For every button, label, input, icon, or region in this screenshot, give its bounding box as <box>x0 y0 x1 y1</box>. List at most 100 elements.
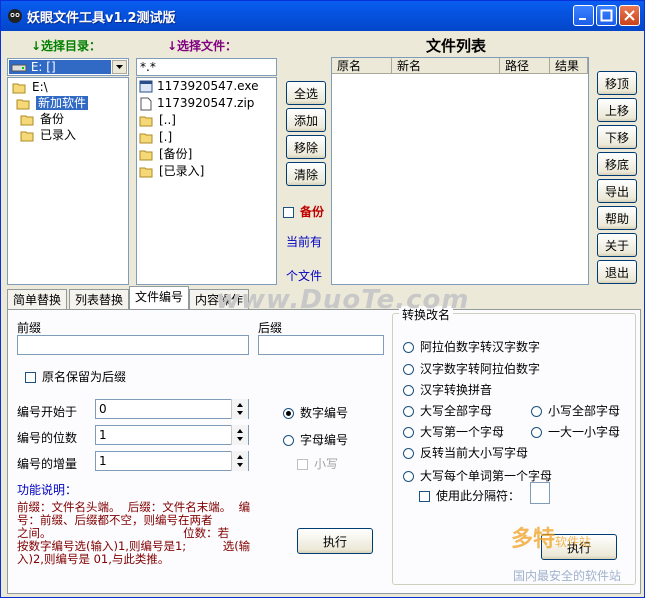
rename-option[interactable]: 小写全部字母 <box>531 402 620 419</box>
folder-icon <box>139 167 153 178</box>
file-filter-input[interactable]: *.* <box>136 58 277 76</box>
lowercase-check-box[interactable] <box>297 459 308 470</box>
column-header-path[interactable]: 路径 <box>500 58 550 74</box>
spin-arrows-icon <box>237 455 243 467</box>
close-icon <box>624 10 635 21</box>
site-watermark: www.DuoTe.com <box>216 285 470 315</box>
execute-numbering-button[interactable]: 执行 <box>297 528 373 554</box>
open-folder-icon <box>12 83 26 94</box>
tree-item[interactable]: 备份 <box>20 111 64 127</box>
move-bottom-button[interactable]: 移底 <box>597 152 637 176</box>
separator-input[interactable] <box>530 482 550 504</box>
exit-button[interactable]: 退出 <box>597 260 637 284</box>
digits-spinner[interactable] <box>231 425 248 445</box>
rename-option[interactable]: 一大一小字母 <box>531 423 620 440</box>
increment-stepper[interactable]: 1 <box>95 451 249 471</box>
list-item[interactable]: [备份] <box>139 146 192 163</box>
digits-label: 编号的位数 <box>17 431 78 445</box>
suffix-label: 后缀 <box>258 321 283 335</box>
rename-option[interactable]: 汉字转换拼音 <box>403 381 492 398</box>
directory-tree[interactable]: E:\ 新加软件 备份 已录入 <box>7 77 129 285</box>
rename-option[interactable]: 汉字数字转阿拉伯数字 <box>403 360 540 377</box>
column-header-result[interactable]: 结果 <box>550 58 588 74</box>
keep-name-checkbox[interactable]: 原名保留为后缀 <box>25 368 126 385</box>
folder-icon <box>139 150 153 161</box>
radio-button[interactable] <box>403 385 414 396</box>
rename-option[interactable]: 大写第一个字母 <box>403 423 504 440</box>
column-header-original[interactable]: 原名 <box>332 58 392 74</box>
rename-option[interactable]: 阿拉伯数字转汉字数字 <box>403 338 540 355</box>
move-down-button[interactable]: 下移 <box>597 125 637 149</box>
clear-button[interactable]: 清除 <box>286 162 326 186</box>
app-window: 妖眼文件工具v1.2测试版 ↓选择目录： ↓选择文件： E: [] E:\ 新加… <box>0 0 645 598</box>
start-stepper[interactable]: 0 <box>95 399 249 419</box>
tab-file-numbering[interactable]: 文件编号 <box>129 286 190 310</box>
maximize-button[interactable] <box>596 5 617 26</box>
alpha-radio[interactable]: 字母编号 <box>283 431 348 448</box>
backup-checkbox[interactable]: 备份 <box>283 203 324 220</box>
minimize-icon <box>579 18 586 20</box>
add-button[interactable]: 添加 <box>286 108 326 132</box>
rename-list-table[interactable]: 原名 新名 路径 结果 <box>331 57 589 285</box>
keep-name-check-box[interactable] <box>25 372 36 383</box>
column-header-new[interactable]: 新名 <box>392 58 500 74</box>
radio-button[interactable] <box>403 342 414 353</box>
function-description-label: 功能说明： <box>17 483 78 497</box>
brand-watermark: 多特软件站 <box>511 527 592 552</box>
folder-icon <box>139 133 153 144</box>
folder-icon <box>20 131 34 142</box>
numeric-radio[interactable]: 数字编号 <box>283 404 348 421</box>
help-button[interactable]: 帮助 <box>597 206 637 230</box>
backup-check-box[interactable] <box>283 207 294 218</box>
tab-list-replace[interactable]: 列表替换 <box>69 289 130 309</box>
radio-button[interactable] <box>403 406 414 417</box>
current-count-label: 当前有 <box>286 235 323 249</box>
radio-button[interactable] <box>531 406 542 417</box>
rename-option[interactable]: 反转当前大小写字母 <box>403 444 528 461</box>
move-top-button[interactable]: 移顶 <box>597 71 637 95</box>
folder-icon <box>20 115 34 126</box>
list-item[interactable]: [..] <box>139 112 176 129</box>
move-up-button[interactable]: 上移 <box>597 98 637 122</box>
slogan-watermark: 国内最安全的软件站 <box>513 569 622 583</box>
export-button[interactable]: 导出 <box>597 179 637 203</box>
file-icon <box>140 97 152 110</box>
close-button[interactable] <box>619 5 640 26</box>
file-list[interactable]: 1173920547.exe 1173920547.zip [..] [.] [… <box>136 77 277 285</box>
radio-button[interactable] <box>283 435 294 446</box>
list-item[interactable]: 1173920547.zip <box>139 95 254 112</box>
remove-button[interactable]: 移除 <box>286 135 326 159</box>
prefix-input[interactable] <box>17 335 249 355</box>
digits-stepper[interactable]: 1 <box>95 425 249 445</box>
list-item[interactable]: [已录入] <box>139 163 204 180</box>
radio-button[interactable] <box>403 364 414 375</box>
separator-check-box[interactable] <box>419 491 430 502</box>
start-spinner[interactable] <box>231 399 248 419</box>
about-button[interactable]: 关于 <box>597 233 637 257</box>
minimize-button[interactable] <box>573 5 594 26</box>
drive-select[interactable]: E: [] <box>7 58 129 76</box>
rename-option[interactable]: 大写全部字母 <box>403 402 492 419</box>
separator-checkbox[interactable]: 使用此分隔符： <box>419 487 520 504</box>
select-dir-label: ↓选择目录： <box>31 39 102 53</box>
radio-button[interactable] <box>531 427 542 438</box>
increment-label: 编号的增量 <box>17 457 78 471</box>
radio-button[interactable] <box>403 471 414 482</box>
increment-spinner[interactable] <box>231 451 248 471</box>
lowercase-checkbox[interactable]: 小写 <box>297 455 338 472</box>
radio-button[interactable] <box>403 427 414 438</box>
drive-icon <box>11 64 27 71</box>
tree-item[interactable]: 已录入 <box>20 127 76 143</box>
tree-item-selected[interactable]: 新加软件 <box>16 95 89 111</box>
title-bar[interactable]: 妖眼文件工具v1.2测试版 <box>1 1 644 31</box>
suffix-input[interactable] <box>258 335 384 355</box>
tab-simple-replace[interactable]: 简单替换 <box>7 289 68 309</box>
list-item[interactable]: 1173920547.exe <box>139 78 258 95</box>
drive-dropdown-button[interactable] <box>112 60 127 74</box>
radio-button[interactable] <box>283 408 294 419</box>
chevron-down-icon <box>116 65 123 69</box>
select-all-button[interactable]: 全选 <box>286 81 326 105</box>
radio-button[interactable] <box>403 448 414 459</box>
tree-item[interactable]: E:\ <box>12 79 48 95</box>
list-item[interactable]: [.] <box>139 129 172 146</box>
